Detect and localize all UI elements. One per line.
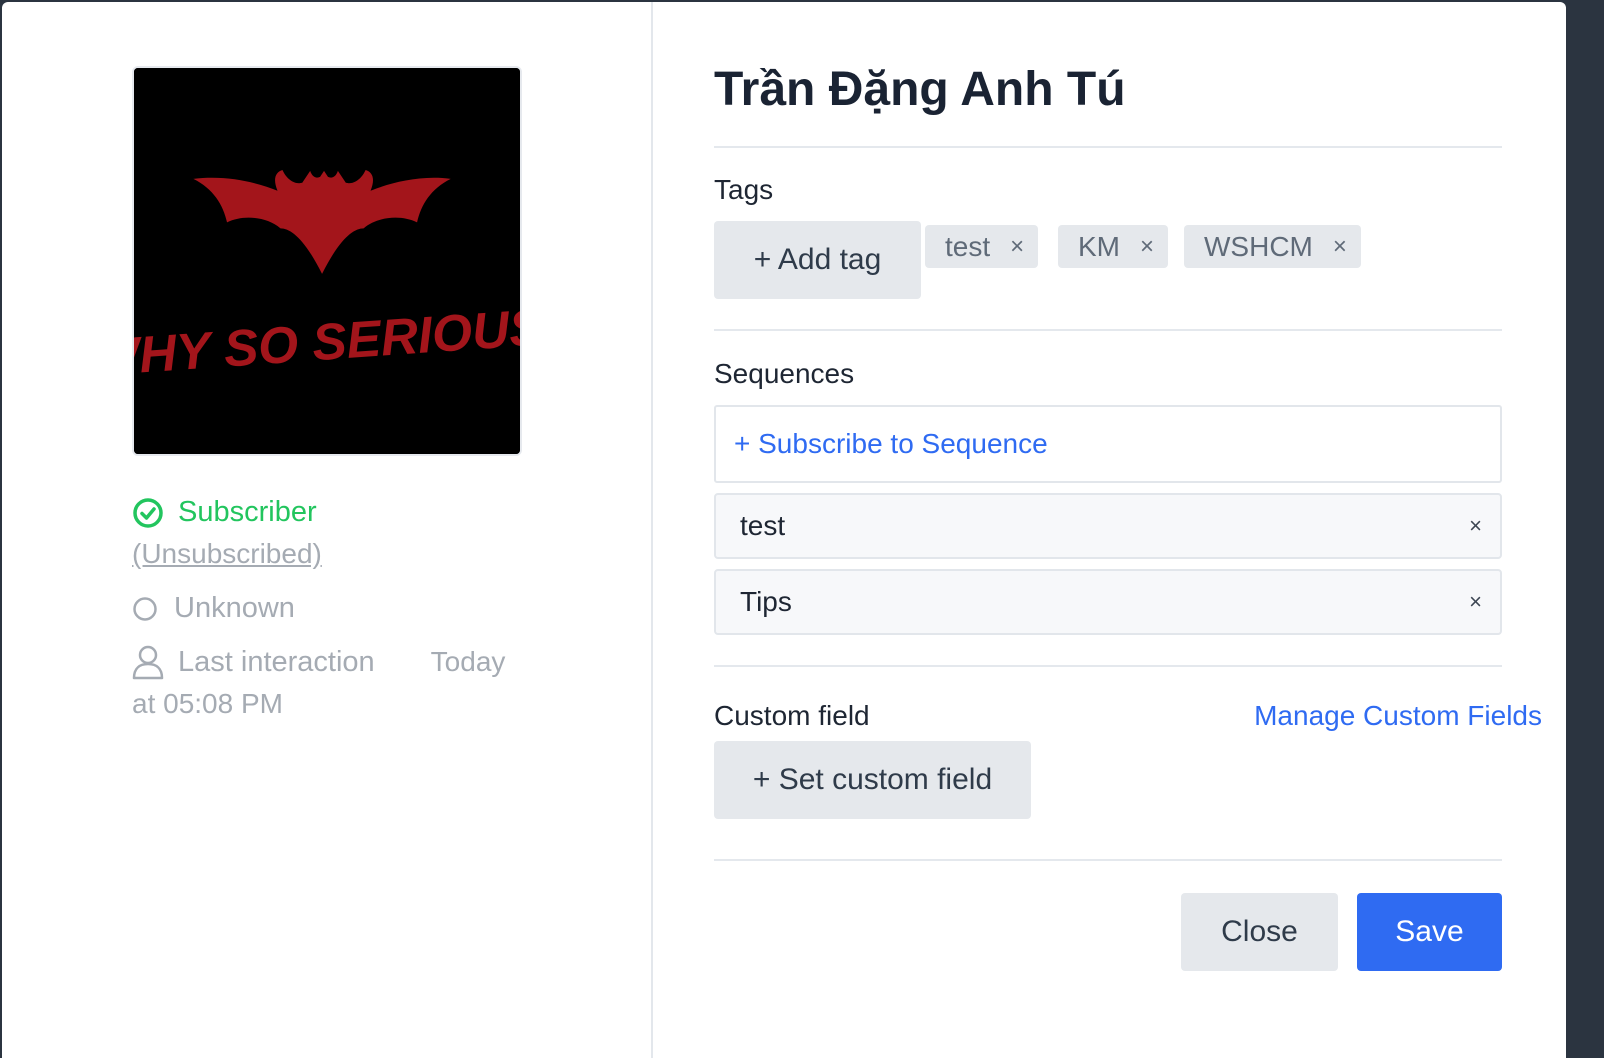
sequence-item: Tips × — [714, 569, 1502, 635]
sequence-item: test × — [714, 493, 1502, 559]
sequences-label: Sequences — [714, 358, 855, 389]
last-interaction-time: at 05:08 PM — [132, 688, 283, 719]
manage-custom-fields-link[interactable]: Manage Custom Fields — [1254, 700, 1542, 732]
tag-chip: KM × — [1058, 225, 1169, 268]
last-interaction-label: Last interaction — [178, 645, 375, 678]
unsubscribed-link[interactable]: (Unsubscribed) — [132, 538, 322, 570]
add-tag-button[interactable]: + Add tag — [714, 221, 921, 299]
tag-label: WSHCM — [1204, 230, 1313, 262]
sequence-label: Tips — [740, 586, 792, 617]
divider — [714, 146, 1502, 148]
avatar-image: WHY SO SERIOUS? — [134, 68, 520, 454]
subscribe-sequence-button[interactable]: + Subscribe to Sequence — [714, 405, 1502, 483]
tag-chip: WSHCM × — [1184, 225, 1361, 268]
custom-field-label: Custom field — [714, 700, 870, 731]
tags-label: Tags — [714, 174, 774, 205]
divider — [714, 329, 1502, 331]
close-button[interactable]: Close — [1181, 893, 1338, 971]
tag-label: test — [945, 230, 991, 262]
subscriber-name: Trần Đặng Anh Tú — [714, 63, 1126, 116]
profile-panel: WHY SO SERIOUS? Subscriber (Unsubscribed… — [2, 2, 653, 1058]
remove-sequence-icon[interactable]: × — [1469, 513, 1482, 539]
divider — [714, 859, 1502, 861]
set-custom-field-button[interactable]: + Set custom field — [714, 741, 1031, 819]
remove-tag-icon[interactable]: × — [1333, 233, 1347, 261]
check-circle-icon — [133, 497, 163, 528]
save-button[interactable]: Save — [1357, 893, 1502, 971]
remove-sequence-icon[interactable]: × — [1469, 589, 1482, 615]
sequence-label: test — [740, 510, 786, 541]
divider — [714, 665, 1502, 667]
user-icon — [132, 645, 164, 680]
tag-chip: test × — [925, 225, 1039, 268]
last-interaction: Last interaction Today — [132, 644, 505, 680]
last-interaction-day: Today — [430, 646, 506, 677]
gender-label: Unknown — [174, 592, 295, 624]
avatar: WHY SO SERIOUS? — [132, 66, 522, 456]
subscriber-status: Subscriber — [132, 496, 317, 529]
remove-tag-icon[interactable]: × — [1140, 233, 1154, 261]
circle-icon — [133, 596, 157, 621]
subscriber-label: Subscriber — [178, 496, 317, 528]
remove-tag-icon[interactable]: × — [1010, 233, 1024, 261]
gender-status: Unknown — [132, 592, 295, 625]
tag-label: KM — [1078, 230, 1120, 262]
